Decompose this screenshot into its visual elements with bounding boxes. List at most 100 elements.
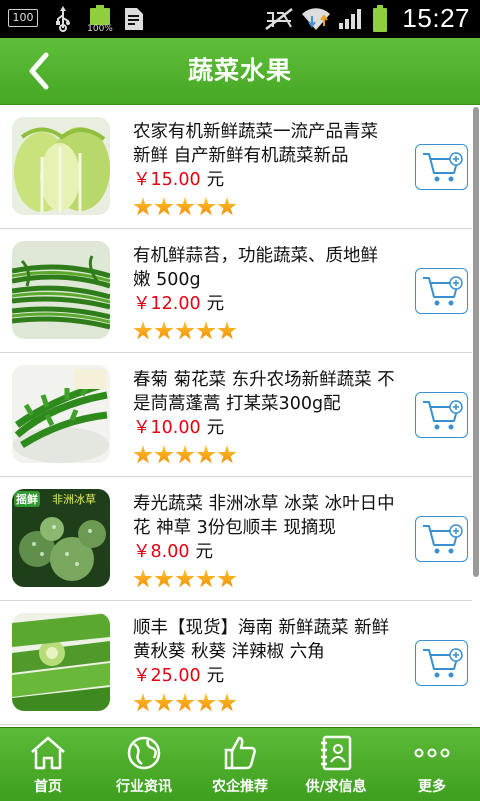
price-row: ￥15.00 元: [133, 168, 224, 192]
price-unit: 元: [206, 418, 225, 438]
nav-item-supply-demand[interactable]: 供/求信息: [288, 728, 384, 801]
product-image-garlic-sprouts[interactable]: [12, 241, 110, 339]
price-unit: 元: [206, 170, 225, 190]
star-rating: [133, 693, 237, 713]
star-icon: [133, 569, 153, 588]
star-rating: [133, 197, 237, 217]
product-title[interactable]: 寿光蔬菜 非洲冰草 冰菜 冰叶日中花 神草 3份包顺丰 现摘现: [133, 492, 395, 540]
app-header: 蔬菜水果: [0, 38, 480, 105]
price-unit: 元: [195, 542, 213, 562]
star-icon: [175, 197, 195, 216]
product-price: ￥10.00: [133, 418, 201, 438]
star-icon: [196, 197, 216, 216]
status-bar: 100 100% 15:27: [0, 0, 480, 38]
product-list[interactable]: 农家有机新鲜蔬菜一流产品青菜 新鲜 自产新鲜有机蔬菜新品 ￥15.00 元 有机…: [0, 105, 480, 727]
star-icon: [154, 197, 174, 216]
battery-icon: [368, 0, 392, 38]
thumbs-up-icon: [224, 736, 256, 770]
star-icon: [154, 321, 174, 340]
star-icon: [133, 321, 153, 340]
star-rating: [133, 445, 237, 465]
star-icon: [196, 569, 216, 588]
star-icon: [196, 445, 216, 464]
add-to-cart-button[interactable]: [415, 392, 468, 438]
star-icon: [175, 569, 195, 588]
cart-add-icon: [422, 648, 463, 678]
product-price: ￥25.00: [133, 666, 201, 686]
nav-label: 行业资讯: [116, 779, 172, 795]
star-icon: [217, 569, 237, 588]
add-to-cart-button[interactable]: [415, 268, 468, 314]
page-title: 蔬菜水果: [187, 56, 292, 85]
product-item[interactable]: 顺丰【现货】海南 新鲜蔬菜 新鲜黄秋葵 秋葵 洋辣椒 六角 ￥25.00 元: [0, 601, 472, 725]
cart-add-icon: [422, 400, 463, 430]
star-rating: [133, 569, 237, 589]
add-to-cart-button[interactable]: [415, 144, 468, 190]
product-item[interactable]: 农家有机新鲜蔬菜一流产品青菜 新鲜 自产新鲜有机蔬菜新品 ￥15.00 元: [0, 105, 472, 229]
product-item[interactable]: 春菊 菊花菜 东升农场新鲜蔬菜 不是茼蒿蓬蒿 打某菜300g配 ￥10.00 元: [0, 353, 472, 477]
scrollbar[interactable]: [473, 107, 479, 577]
star-icon: [217, 693, 237, 712]
product-price: ￥12.00: [133, 294, 201, 314]
usb-icon: [50, 0, 76, 38]
product-price: ￥15.00: [133, 170, 201, 190]
back-button[interactable]: [14, 46, 64, 96]
add-to-cart-button[interactable]: [415, 516, 468, 562]
signal-icon: [336, 0, 366, 38]
star-icon: [196, 693, 216, 712]
price-row: ￥10.00 元: [133, 416, 224, 440]
nav-label: 供/求信息: [305, 779, 367, 795]
clock: 15:27: [402, 3, 470, 33]
cart-add-icon: [422, 152, 463, 182]
star-icon: [133, 197, 153, 216]
wifi-icon: [300, 0, 332, 38]
star-icon: [175, 321, 195, 340]
product-title[interactable]: 春菊 菊花菜 东升农场新鲜蔬菜 不是茼蒿蓬蒿 打某菜300g配: [133, 368, 395, 416]
star-icon: [154, 693, 174, 712]
nav-item-home[interactable]: 首页: [0, 728, 96, 801]
chevron-left-icon: [29, 52, 49, 90]
product-item[interactable]: 有机鲜蒜苔，功能蔬菜、质地鲜嫩 500g ￥12.00 元: [0, 229, 472, 353]
svg-text:摇鲜: 摇鲜: [16, 492, 38, 506]
product-price: ￥8.00: [133, 542, 190, 562]
cart-add-icon: [422, 276, 463, 306]
star-icon: [175, 445, 195, 464]
star-icon: [133, 445, 153, 464]
bottom-nav: 首页 行业资讯 农企推荐 供/求信息 更多: [0, 727, 480, 801]
product-title[interactable]: 有机鲜蒜苔，功能蔬菜、质地鲜嫩 500g: [133, 244, 395, 292]
cart-add-icon: [422, 524, 463, 554]
price-row: ￥25.00 元: [133, 664, 224, 688]
star-icon: [133, 693, 153, 712]
add-to-cart-button[interactable]: [415, 640, 468, 686]
home-icon: [31, 736, 65, 770]
nav-label: 首页: [34, 779, 62, 795]
price-row: ￥8.00 元: [133, 540, 213, 564]
star-icon: [217, 197, 237, 216]
globe-icon: [127, 736, 161, 770]
product-image-napa-cabbage[interactable]: [12, 117, 110, 215]
star-icon: [175, 693, 195, 712]
product-image-okra[interactable]: [12, 613, 110, 711]
product-item[interactable]: 摇鲜 非洲冰草 寿光蔬菜 非洲冰草 冰菜 冰叶日中花 神草 3份包顺丰 现摘现 …: [0, 477, 472, 601]
nav-label: 农企推荐: [212, 779, 268, 795]
nav-label: 更多: [418, 779, 446, 795]
star-rating: [133, 321, 237, 341]
battery-icon: 100%: [87, 5, 113, 35]
star-icon: [154, 569, 174, 588]
star-icon: [154, 445, 174, 464]
price-row: ￥12.00 元: [133, 292, 224, 316]
star-icon: [217, 445, 237, 464]
product-title[interactable]: 农家有机新鲜蔬菜一流产品青菜 新鲜 自产新鲜有机蔬菜新品: [133, 120, 395, 168]
nav-item-more[interactable]: 更多: [384, 728, 480, 801]
screen-100-icon: 100: [8, 9, 38, 27]
contacts-icon: [321, 735, 352, 771]
nav-item-enterprise-recommend[interactable]: 农企推荐: [192, 728, 288, 801]
product-image-crown-daisy[interactable]: [12, 365, 110, 463]
document-icon: [122, 0, 146, 38]
star-icon: [217, 321, 237, 340]
product-title[interactable]: 顺丰【现货】海南 新鲜蔬菜 新鲜黄秋葵 秋葵 洋辣椒 六角: [133, 616, 395, 664]
svg-text:非洲冰草: 非洲冰草: [52, 493, 96, 506]
nav-item-industry-news[interactable]: 行业资讯: [96, 728, 192, 801]
star-icon: [196, 321, 216, 340]
product-image-ice-plant[interactable]: 摇鲜 非洲冰草: [12, 489, 110, 587]
